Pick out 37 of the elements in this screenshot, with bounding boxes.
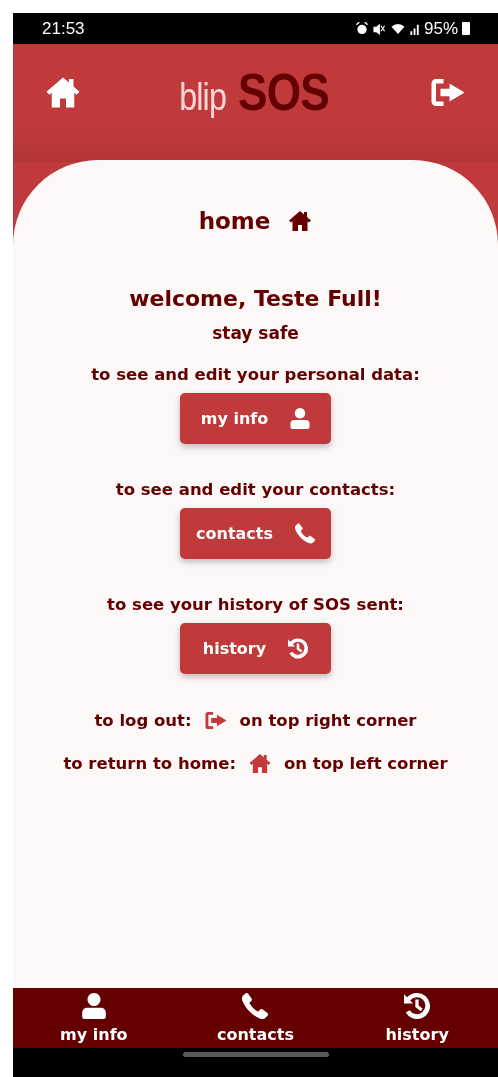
welcome-heading: welcome, Teste Full!: [129, 286, 382, 311]
my-info-button[interactable]: my info: [180, 393, 331, 444]
home-icon: [45, 76, 81, 109]
gesture-handle[interactable]: [182, 1052, 329, 1057]
clock-time: 21:53: [42, 18, 85, 39]
history-icon: [404, 992, 431, 1019]
battery-percent: 95%: [423, 18, 458, 39]
home-icon: [288, 210, 313, 232]
instruction-text: to return to home:: [63, 754, 236, 773]
history-icon: [288, 638, 309, 659]
logo-text: blip: [178, 76, 226, 119]
logout-icon: [203, 710, 228, 731]
history-button[interactable]: history: [180, 623, 331, 674]
instruction-text: to see your history of SOS sent:: [107, 595, 404, 614]
nav-item[interactable]: contacts: [185, 988, 326, 1048]
instruction-text: on top right corner: [239, 711, 417, 730]
wifi-icon: [389, 22, 406, 35]
contacts-button[interactable]: contacts: [180, 508, 331, 559]
phone-icon: [242, 992, 269, 1019]
logout-icon: [430, 76, 466, 109]
user-icon: [290, 408, 311, 429]
alarm-icon: [355, 22, 368, 35]
nav-item[interactable]: history: [347, 988, 488, 1048]
nav-item[interactable]: my info: [23, 988, 164, 1048]
instruction-text: to log out:: [94, 711, 192, 730]
subtitle: stay safe: [212, 323, 299, 343]
phone-icon: [295, 523, 315, 544]
instruction-text: on top left corner: [284, 754, 448, 773]
home-icon: [248, 753, 272, 774]
mute-icon: [371, 22, 386, 35]
battery-icon: [462, 22, 470, 35]
user-icon: [80, 992, 107, 1019]
logo-text: SOS: [237, 62, 329, 122]
instruction-text: to see and edit your personal data:: [91, 365, 420, 384]
instruction-text: to see and edit your contacts:: [115, 480, 396, 499]
page-title: home: [198, 208, 271, 234]
signal-icon: [409, 22, 420, 35]
